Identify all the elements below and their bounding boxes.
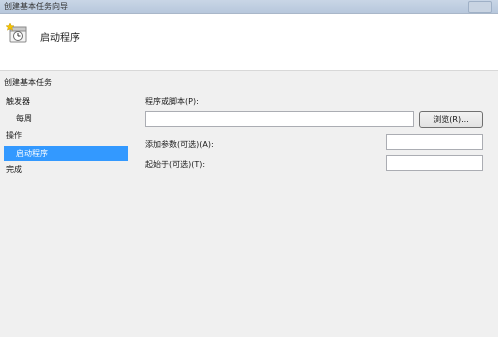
title-bar: 创建基本任务向导 [0,0,498,14]
step-trigger[interactable]: 触发器 [6,96,30,107]
args-label: 添加参数(可选)(A): [145,140,214,149]
wizard-header: 启动程序 [0,14,498,71]
wizard-steps-nav [0,71,135,337]
step-start-program[interactable]: 启动程序 [4,146,128,161]
browse-button[interactable]: 浏览(R)... [419,111,483,128]
step-start-program-label: 启动程序 [16,149,48,158]
program-label: 程序或脚本(P): [145,97,199,106]
step-weekly[interactable]: 每周 [16,113,32,124]
args-input[interactable] [386,134,483,150]
close-button[interactable] [468,1,492,13]
start-in-label: 起始于(可选)(T): [145,160,206,169]
step-finish[interactable]: 完成 [6,164,22,175]
step-action[interactable]: 操作 [6,130,22,141]
task-clock-icon [6,22,27,43]
page-heading: 启动程序 [40,33,80,44]
program-input[interactable] [145,111,414,127]
start-in-input[interactable] [386,155,483,171]
step-create-basic-task[interactable]: 创建基本任务 [4,77,52,88]
window-title: 创建基本任务向导 [4,2,68,11]
